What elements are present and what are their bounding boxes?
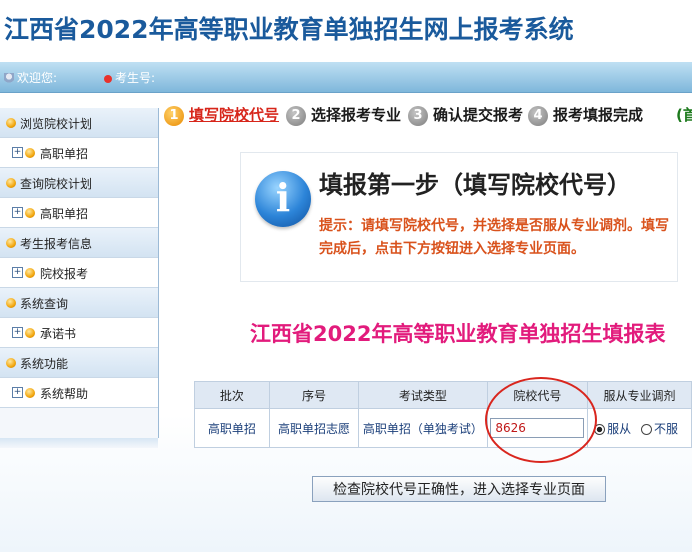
candidate-dot-icon [104,74,112,83]
step-number-icon: 1 [164,105,184,126]
sidebar-group-candidate-info[interactable]: 考生报考信息 [0,228,158,258]
sidebar-item-browse-vocational[interactable]: + 高职单招 [0,138,158,168]
sidebar-group-label: 考生报考信息 [20,237,93,251]
orange-circle-icon [25,328,35,338]
user-info-bar: 欢迎您: 考生号: [0,62,692,93]
sidebar-footer [0,438,158,448]
cell-seq: 高职单招志愿 [268,408,360,448]
sidebar-item-label: 高职单招 [40,147,89,161]
step-number-icon: 2 [286,105,306,126]
step-2: 2 选择报考专业 [286,104,401,126]
person-icon [4,72,14,85]
sidebar-group-query-plan[interactable]: 查询院校计划 [0,168,158,198]
orange-circle-icon [6,178,16,188]
step-label: 确认提交报考 [433,106,524,124]
sidebar-item-label: 承诺书 [40,327,77,341]
sidebar-group-system-functions[interactable]: 系统功能 [0,348,158,378]
welcome-label: 欢迎您: [17,71,58,85]
info-tip: 提示：请填写院校代号，并选择是否服从专业调剂。填写完成后，点击下方按钮进入选择专… [319,218,669,257]
orange-circle-icon [6,298,16,308]
sidebar-item-school-apply[interactable]: + 院校报考 [0,258,158,288]
orange-circle-icon [6,238,16,248]
expand-plus-icon[interactable]: + [12,327,23,338]
sidebar-item-commitment[interactable]: + 承诺书 [0,318,158,348]
column-header-exam-type: 考试类型 [358,381,488,409]
sidebar-item-query-vocational[interactable]: + 高职单招 [0,198,158,228]
step-label: 填写院校代号 [189,106,280,124]
candidate-label: 考生号: [115,71,156,85]
table-row: 高职单招 高职单招志愿 高职单招（单独考试） 服从 不服 [194,408,692,448]
orange-circle-icon [25,148,35,158]
step-1[interactable]: 1 填写院校代号 [164,104,279,126]
expand-plus-icon[interactable]: + [12,207,23,218]
sidebar-group-label: 系统功能 [20,357,69,371]
info-icon: i [255,171,311,227]
candidate-number: 考生号: [104,69,155,86]
orange-circle-icon [6,118,16,128]
cell-batch: 高职单招 [194,408,270,448]
sidebar: 浏览院校计划 + 高职单招 查询院校计划 + 高职单招 考生报考信息 + 院校报… [0,108,159,438]
expand-plus-icon[interactable]: + [12,387,23,398]
highlight-ellipse [485,377,597,463]
sidebar-item-label: 高职单招 [40,207,89,221]
sidebar-item-help[interactable]: + 系统帮助 [0,378,158,408]
sidebar-item-label: 系统帮助 [40,387,89,401]
check-code-next-button[interactable]: 检查院校代号正确性，进入选择专业页面 [312,476,606,502]
step-3: 3 确认提交报考 [408,104,523,126]
step-4: 4 报考填报完成 [528,104,643,126]
application-form-table: 批次 序号 考试类型 院校代号 服从专业调剂 高职单招 高职单招志愿 高职单招（… [194,381,692,448]
cell-exam-type: 高职单招（单独考试） [358,408,488,448]
column-header-seq: 序号 [268,381,360,409]
expand-plus-icon[interactable]: + [12,267,23,278]
orange-circle-icon [6,358,16,368]
orange-circle-icon [25,208,35,218]
info-title: 填报第一步（填写院校代号） [319,171,631,199]
sidebar-item-label: 院校报考 [40,267,89,281]
obey-yes-label: 服从 [607,421,632,436]
expand-plus-icon[interactable]: + [12,147,23,158]
app-title: 江西省2022年高等职业教育单独招生网上报考系统 [4,15,574,44]
step-info-box: i 填报第一步（填写院校代号） 提示：请填写院校代号，并选择是否服从专业调剂。填… [240,152,678,282]
obey-no-radio[interactable] [640,423,652,435]
sidebar-group-system-query[interactable]: 系统查询 [0,288,158,318]
step-progress: 1 填写院校代号 2 选择报考专业 3 确认提交报考 4 报考填报完成 (首 [164,104,692,128]
form-title: 江西省2022年高等职业教育单独招生填报表 [250,322,666,346]
step-label: 选择报考专业 [311,106,402,124]
step-number-icon: 3 [408,105,428,126]
sidebar-group-browse-plan[interactable]: 浏览院校计划 [0,108,158,138]
top-banner: 江西省2022年高等职业教育单独招生网上报考系统 [0,0,692,60]
obey-no-label: 不服 [653,421,678,436]
sidebar-group-label: 查询院校计划 [20,177,93,191]
step-number-icon: 4 [528,105,548,126]
orange-circle-icon [25,268,35,278]
column-header-batch: 批次 [194,381,270,409]
cell-obey: 服从 不服 [587,408,692,448]
home-link[interactable]: (首 [676,104,692,125]
orange-circle-icon [25,388,35,398]
step-label: 报考填报完成 [553,106,644,124]
column-header-obey: 服从专业调剂 [587,381,692,409]
sidebar-group-label: 浏览院校计划 [20,117,93,131]
welcome-text: 欢迎您: [4,69,57,86]
table-header-row: 批次 序号 考试类型 院校代号 服从专业调剂 [194,381,692,409]
sidebar-group-label: 系统查询 [20,297,69,311]
